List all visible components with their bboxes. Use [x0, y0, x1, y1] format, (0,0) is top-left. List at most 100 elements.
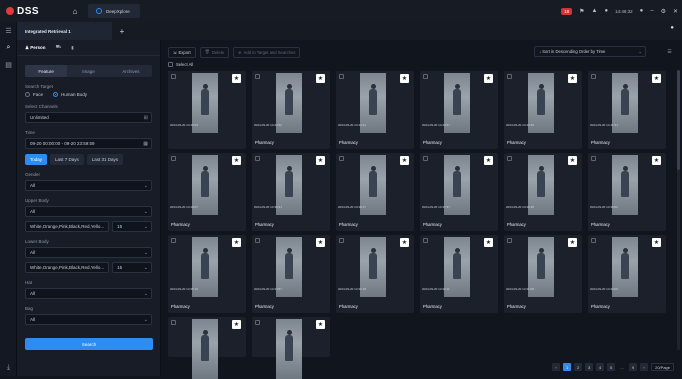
- page-size-select[interactable]: 20/Page: [651, 363, 674, 371]
- result-checkbox[interactable]: [423, 156, 428, 161]
- segment-archives[interactable]: Archives: [110, 65, 152, 77]
- search-button[interactable]: Search: [25, 338, 153, 350]
- flag-icon[interactable]: ⚑: [579, 8, 584, 15]
- result-checkbox[interactable]: [171, 156, 176, 161]
- result-checkbox[interactable]: [591, 156, 596, 161]
- result-thumbnail[interactable]: [192, 319, 218, 379]
- lower-body-select[interactable]: All ⌄: [25, 247, 152, 258]
- result-card[interactable]: 2024-09-20 14:34:57 ★ Pharmacy: [252, 235, 330, 313]
- delete-button[interactable]: 🗑 Delete: [199, 46, 230, 58]
- page-5[interactable]: 5: [607, 363, 616, 371]
- settings-icon[interactable]: ⚙: [661, 8, 666, 15]
- result-card[interactable]: 2024-09-20 14:43:57 ★ Pharmacy: [420, 71, 498, 149]
- favorite-star-icon[interactable]: ★: [568, 156, 577, 165]
- favorite-star-icon[interactable]: ★: [316, 74, 325, 83]
- favorite-star-icon[interactable]: ★: [316, 238, 325, 247]
- bag-select[interactable]: All ⌄: [25, 314, 152, 325]
- minimize-icon[interactable]: –: [650, 8, 653, 14]
- result-checkbox[interactable]: [339, 74, 344, 79]
- channel-tree-icon[interactable]: ⊞: [144, 115, 148, 121]
- app-tab-deepxplore[interactable]: DeepXplore: [88, 4, 140, 18]
- favorite-star-icon[interactable]: ★: [484, 156, 493, 165]
- tab-person[interactable]: ♟ Person: [25, 45, 46, 51]
- search-icon[interactable]: ⌕: [0, 39, 17, 56]
- result-thumbnail[interactable]: [276, 319, 302, 379]
- calendar-icon[interactable]: ▦: [143, 141, 148, 147]
- download-icon[interactable]: ⤓: [0, 364, 17, 372]
- radio-human-body[interactable]: Human Body: [53, 92, 87, 97]
- favorite-star-icon[interactable]: ★: [400, 74, 409, 83]
- favorite-star-icon[interactable]: ★: [568, 74, 577, 83]
- next-page-button[interactable]: ›: [640, 363, 649, 371]
- home-icon[interactable]: ⌂: [66, 7, 84, 16]
- result-card[interactable]: 2024-09-20 14:40:07 ★ Pharmacy: [168, 153, 246, 231]
- alarm-badge[interactable]: 18: [561, 7, 573, 15]
- result-checkbox[interactable]: [255, 74, 260, 79]
- result-card[interactable]: ★: [252, 317, 330, 379]
- favorite-star-icon[interactable]: ★: [652, 156, 661, 165]
- favorite-star-icon[interactable]: ★: [652, 74, 661, 83]
- page-1[interactable]: 1: [563, 363, 572, 371]
- close-icon[interactable]: ✕: [673, 8, 678, 15]
- result-card[interactable]: 2024-09-20 14:30:09 ★ Pharmacy: [588, 235, 666, 313]
- result-card[interactable]: 2024-09-20 14:41:51 ★ Pharmacy: [588, 71, 666, 149]
- favorite-star-icon[interactable]: ★: [652, 238, 661, 247]
- select-all[interactable]: Select All: [168, 62, 193, 67]
- list-view-button[interactable]: ☰: [664, 46, 675, 57]
- favorite-star-icon[interactable]: ★: [232, 74, 241, 83]
- result-checkbox[interactable]: [339, 238, 344, 243]
- upper-body-select[interactable]: All ⌄: [25, 206, 152, 217]
- favorite-star-icon[interactable]: ★: [400, 156, 409, 165]
- result-card[interactable]: 2024-09-20 14:44:31 ★ Pharmacy: [336, 71, 414, 149]
- channels-field[interactable]: Unlimited ⊞: [25, 112, 152, 123]
- result-checkbox[interactable]: [507, 74, 512, 79]
- favorite-star-icon[interactable]: ★: [232, 238, 241, 247]
- last-7-days-button[interactable]: Last 7 Days: [50, 154, 84, 165]
- last-31-days-button[interactable]: Last 31 Days: [86, 154, 124, 165]
- tab-integrated-retrieval[interactable]: Integrated Retrieval 1: [17, 22, 112, 40]
- tab-other[interactable]: ▮: [71, 45, 73, 51]
- result-checkbox[interactable]: [423, 238, 428, 243]
- page-2[interactable]: 2: [574, 363, 583, 371]
- favorite-star-icon[interactable]: ★: [484, 238, 493, 247]
- result-checkbox[interactable]: [507, 238, 512, 243]
- result-checkbox[interactable]: [171, 238, 176, 243]
- add-to-target-button[interactable]: ⊕ Add to Target and Searches: [233, 46, 301, 58]
- result-card[interactable]: 2024-09-20 14:39:21 ★ Pharmacy: [252, 153, 330, 231]
- radio-human-body-control[interactable]: [53, 92, 59, 97]
- result-card[interactable]: 2024-09-20 14:38:17 ★ Pharmacy: [336, 153, 414, 231]
- sort-select[interactable]: ↓ Sort in Descending Order by Time ⌄: [534, 46, 646, 57]
- upper-color-select[interactable]: White,Orange,Pink,Black,Red,Yello...: [25, 221, 110, 232]
- result-card[interactable]: ★: [168, 317, 246, 379]
- result-card[interactable]: 2024-09-20 14:44:52 ★ Pharmacy: [252, 71, 330, 149]
- user-icon[interactable]: ●: [604, 8, 608, 14]
- library-icon[interactable]: ▤: [0, 56, 17, 73]
- result-checkbox[interactable]: [171, 320, 176, 325]
- select-all-checkbox[interactable]: [168, 62, 173, 67]
- result-checkbox[interactable]: [591, 74, 596, 79]
- favorite-star-icon[interactable]: ★: [568, 238, 577, 247]
- lower-color-count[interactable]: 15 ⌄: [112, 262, 152, 273]
- result-card[interactable]: 2024-09-20 14:35:10 ★ Pharmacy: [168, 235, 246, 313]
- result-checkbox[interactable]: [255, 238, 260, 243]
- menu-icon[interactable]: ☰: [0, 22, 17, 39]
- result-checkbox[interactable]: [423, 74, 428, 79]
- favorite-star-icon[interactable]: ★: [316, 320, 325, 329]
- gender-select[interactable]: All ⌄: [25, 180, 152, 191]
- result-card[interactable]: 2024-09-20 14:36:48 ★ Pharmacy: [504, 153, 582, 231]
- today-button[interactable]: Today: [25, 154, 48, 165]
- favorite-star-icon[interactable]: ★: [400, 238, 409, 247]
- segment-feature[interactable]: Feature: [25, 65, 68, 77]
- result-checkbox[interactable]: [339, 156, 344, 161]
- lock-icon[interactable]: ▲: [592, 8, 598, 14]
- favorite-star-icon[interactable]: ★: [316, 156, 325, 165]
- result-card[interactable]: 2024-09-20 14:43:26 ★ Pharmacy: [504, 71, 582, 149]
- page-3[interactable]: 3: [585, 363, 594, 371]
- add-tab-button[interactable]: +: [116, 25, 128, 37]
- lower-color-select[interactable]: White,Orange,Pink,Black,Red,Yello...: [25, 262, 110, 273]
- result-card[interactable]: 2024-09-20 14:31:08 ★ Pharmacy: [504, 235, 582, 313]
- favorite-star-icon[interactable]: ★: [232, 156, 241, 165]
- scrollbar-thumb[interactable]: [677, 70, 680, 170]
- result-card[interactable]: 2024-09-20 14:32:11 ★ Pharmacy: [420, 235, 498, 313]
- account-icon[interactable]: ●: [640, 8, 644, 14]
